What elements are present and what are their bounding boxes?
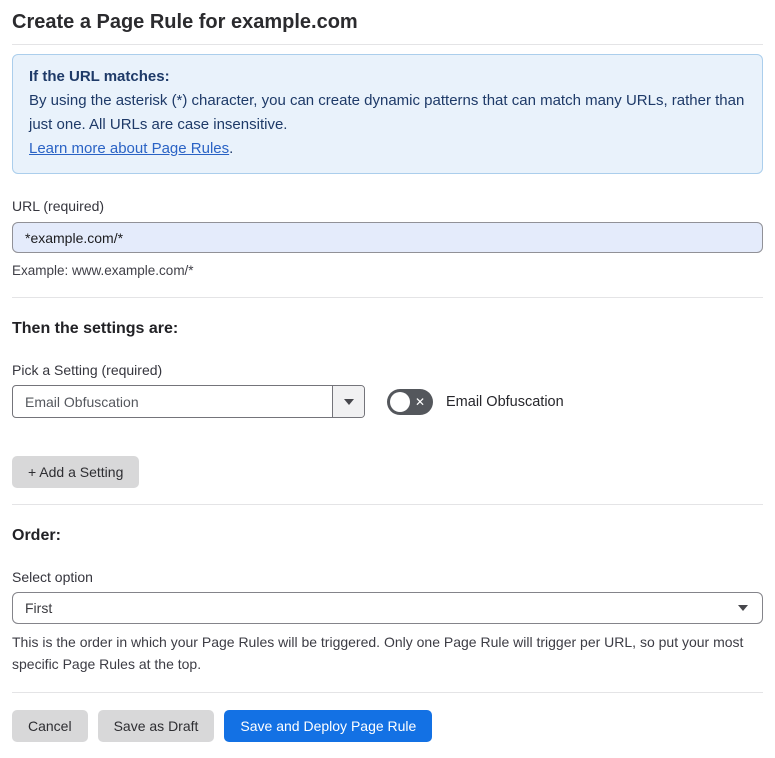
- footer-divider: [12, 692, 763, 693]
- info-box-link-line: Learn more about Page Rules.: [29, 137, 746, 161]
- setting-dropdown-arrow-button[interactable]: [332, 386, 364, 417]
- save-and-deploy-button[interactable]: Save and Deploy Page Rule: [224, 710, 433, 742]
- section-divider: [12, 504, 763, 505]
- toggle-knob: [390, 391, 410, 412]
- order-select[interactable]: First: [12, 592, 763, 624]
- toggle-label: Email Obfuscation: [446, 393, 564, 410]
- footer-actions: Cancel Save as Draft Save and Deploy Pag…: [12, 710, 763, 758]
- order-section-heading: Order:: [12, 527, 61, 544]
- link-suffix: .: [229, 140, 234, 157]
- add-setting-button[interactable]: + Add a Setting: [12, 456, 140, 488]
- url-field-label: URL (required): [12, 198, 105, 214]
- order-select-value: First: [25, 600, 53, 616]
- info-box-body: By using the asterisk (*) character, you…: [29, 92, 745, 133]
- learn-more-link[interactable]: Learn more about Page Rules: [29, 140, 229, 157]
- email-obfuscation-toggle[interactable]: ✕: [387, 388, 433, 415]
- pick-setting-label: Pick a Setting (required): [12, 362, 163, 378]
- page-title: Create a Page Rule for example.com: [12, 11, 358, 33]
- order-helper-text: This is the order in which your Page Rul…: [12, 634, 744, 672]
- setting-picker-row: Email Obfuscation ✕ Email Obfuscation: [12, 385, 763, 418]
- url-example-helper: Example: www.example.com/*: [12, 263, 194, 278]
- setting-dropdown-value: Email Obfuscation: [25, 393, 139, 410]
- page-rule-form: Create a Page Rule for example.com If th…: [0, 0, 775, 758]
- settings-section-heading: Then the settings are:: [12, 320, 179, 337]
- info-box-heading: If the URL matches:: [29, 68, 170, 85]
- chevron-down-icon: [343, 398, 354, 405]
- url-matches-info-box: If the URL matches: By using the asteris…: [12, 54, 763, 174]
- section-divider: [12, 297, 763, 298]
- order-select-label: Select option: [12, 569, 93, 585]
- setting-dropdown[interactable]: Email Obfuscation: [12, 385, 365, 418]
- cancel-button[interactable]: Cancel: [12, 710, 88, 742]
- url-input[interactable]: [12, 222, 763, 253]
- save-as-draft-button[interactable]: Save as Draft: [97, 710, 215, 742]
- chevron-down-icon: [738, 605, 748, 611]
- title-divider: [12, 44, 763, 45]
- toggle-off-x-icon: ✕: [414, 394, 425, 409]
